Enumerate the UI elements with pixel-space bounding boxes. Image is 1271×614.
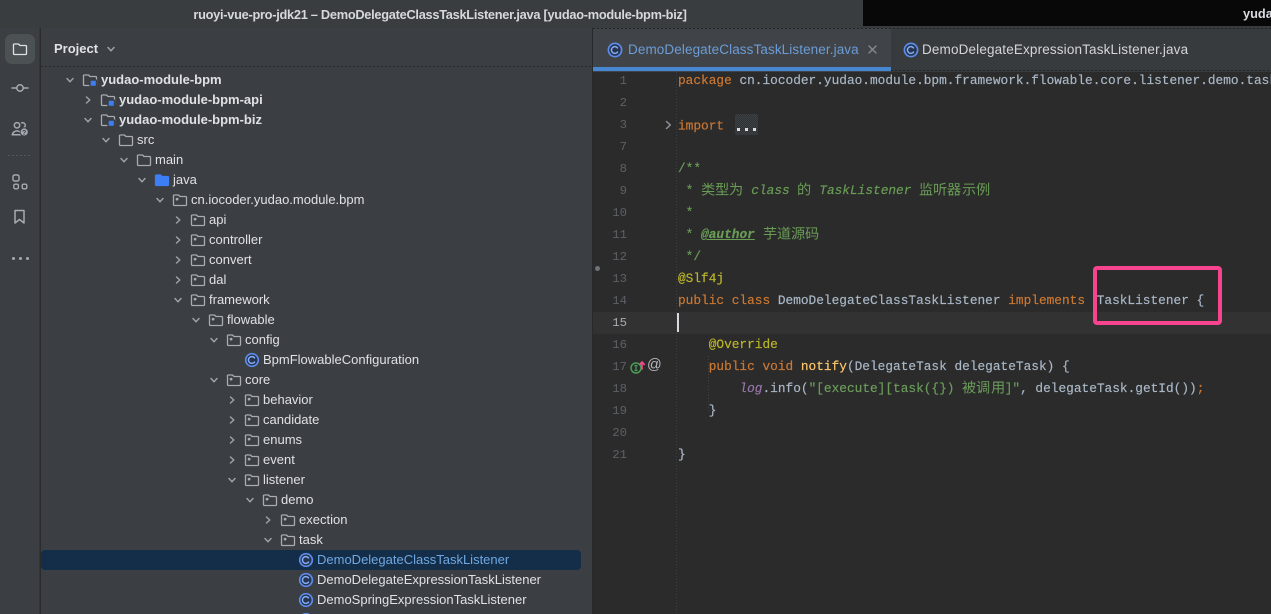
svg-text:?: ? bbox=[22, 130, 26, 137]
